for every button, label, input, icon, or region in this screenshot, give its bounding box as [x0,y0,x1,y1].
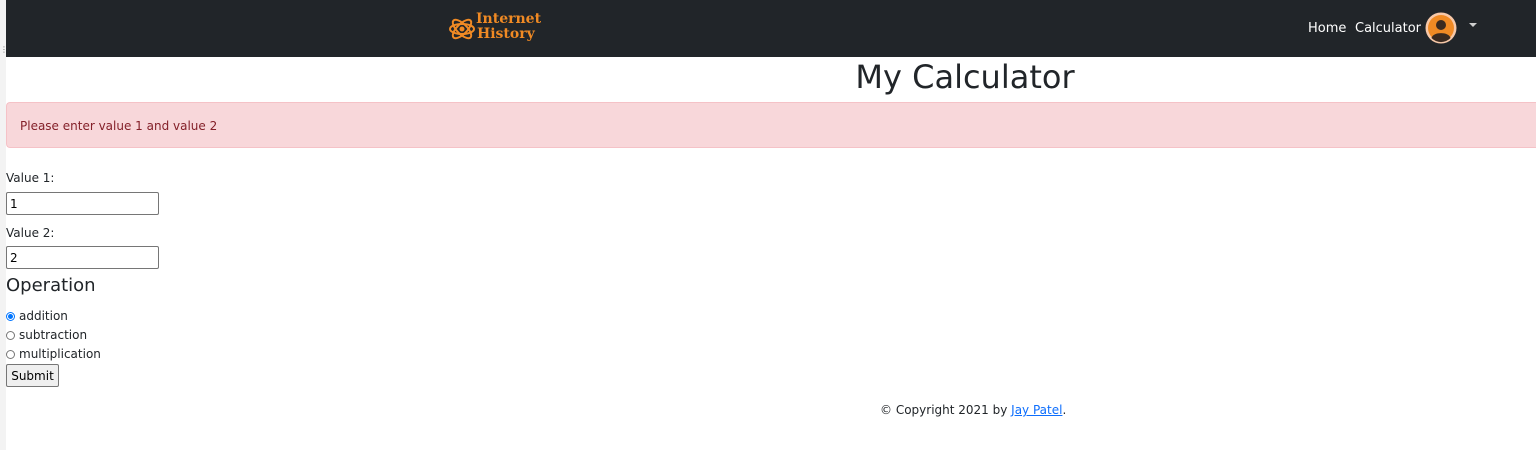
radio-addition-label: addition [19,309,68,323]
radio-checked-icon[interactable] [6,311,15,321]
resize-grip-icon: ⋮ [0,45,8,54]
footer-copyright: © Copyright 2021 by Jay Patel. [880,403,1066,417]
caret-down-icon[interactable] [1469,23,1477,27]
error-alert: Please enter value 1 and value 2 [6,102,1536,148]
page-title: My Calculator [855,58,1075,96]
radio-unchecked-icon[interactable] [6,349,15,359]
radio-subtraction[interactable]: subtraction [6,327,87,343]
value2-input[interactable] [6,246,159,269]
value2-label: Value 2: [6,226,55,240]
value1-input[interactable] [6,192,159,215]
alert-message: Please enter value 1 and value 2 [20,119,218,133]
nav-link-home[interactable]: Home [1308,20,1346,37]
operation-heading: Operation [6,275,96,296]
radio-unchecked-icon[interactable] [6,330,15,340]
value1-label: Value 1: [6,171,55,185]
brand-text: Internet History [476,12,541,42]
nav-link-calculator[interactable]: Calculator [1355,20,1421,37]
atom-logo-icon [449,18,475,40]
user-avatar-icon[interactable] [1425,12,1457,44]
radio-multiplication[interactable]: multiplication [6,346,101,362]
brand-logo[interactable]: Internet History [448,10,541,48]
footer-author-link[interactable]: Jay Patel [1011,403,1062,417]
radio-addition[interactable]: addition [6,308,68,324]
submit-button[interactable]: Submit [6,364,59,387]
footer-prefix: © Copyright 2021 by [880,403,1012,417]
top-navbar: Internet History Home Calculator [6,0,1536,57]
brand-line-1: Internet [476,11,542,27]
footer-suffix: . [1062,403,1067,417]
brand-line-2: History [477,26,535,42]
radio-multiplication-label: multiplication [19,347,101,361]
radio-subtraction-label: subtraction [19,328,88,342]
